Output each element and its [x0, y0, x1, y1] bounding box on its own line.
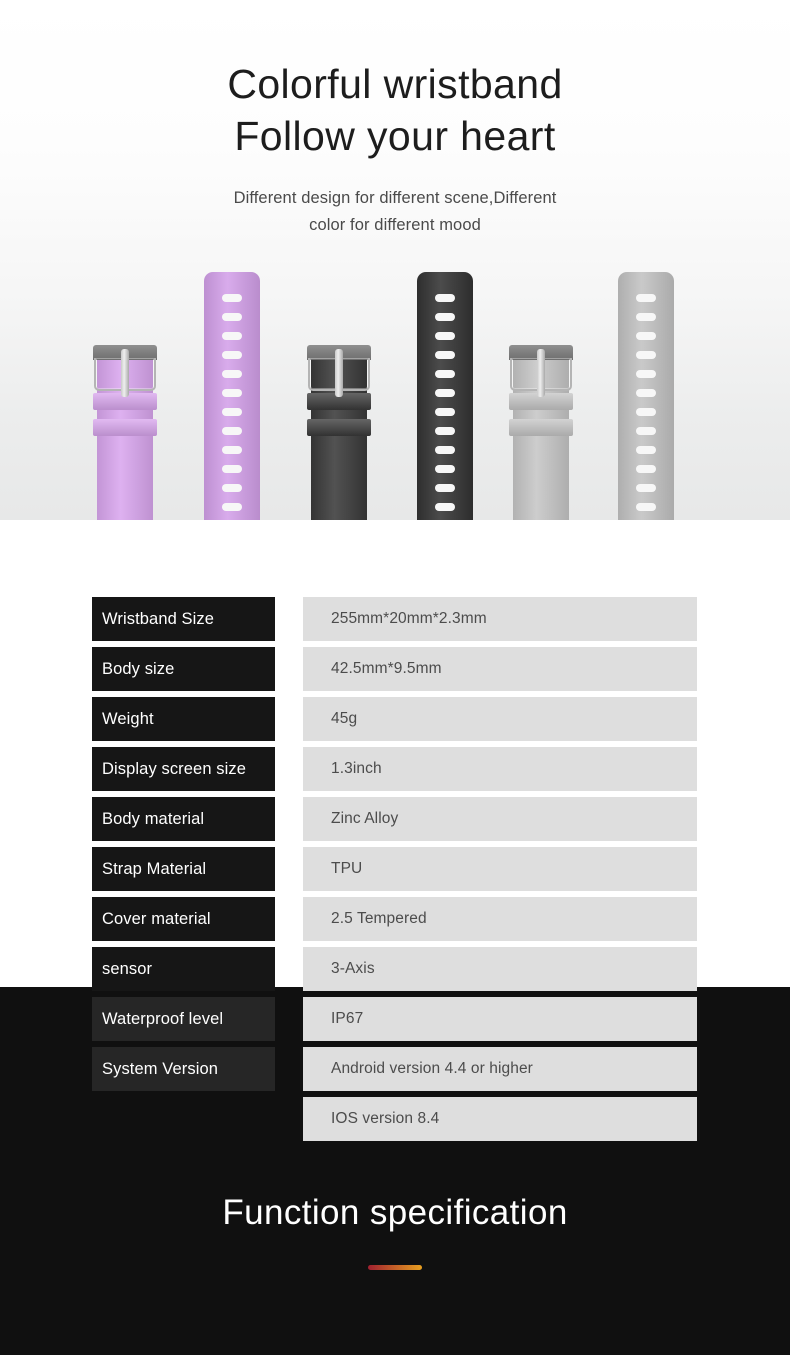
strap-hole: [435, 446, 455, 454]
strap-hole: [636, 332, 656, 340]
strap-hole: [222, 351, 242, 359]
spec-label: Body material: [92, 797, 275, 841]
hero-title-line1: Colorful wristband: [227, 61, 563, 107]
black-buckle-strap: [307, 345, 371, 520]
strap-hole: [222, 389, 242, 397]
strap-keeper-loop: [509, 419, 573, 436]
strap-hole: [435, 389, 455, 397]
buckle-tongue-pin: [335, 349, 343, 397]
strap-hole: [435, 294, 455, 302]
purple-buckle-strap: [93, 345, 157, 520]
spec-label: Wristband Size: [92, 597, 275, 641]
strap-hole: [636, 370, 656, 378]
spec-value: 255mm*20mm*2.3mm: [303, 597, 697, 641]
spec-label: System Version: [92, 1047, 275, 1091]
buckle-icon: [509, 345, 573, 397]
spec-value: 3-Axis: [303, 947, 697, 991]
spec-row: Strap Material TPU: [0, 844, 790, 894]
strap-hole: [636, 294, 656, 302]
buckle-icon: [93, 345, 157, 397]
strap-hole: [435, 332, 455, 340]
strap-keeper-loop: [93, 419, 157, 436]
hero-banner: Colorful wristband Follow your heart Dif…: [0, 0, 790, 520]
spec-value: 42.5mm*9.5mm: [303, 647, 697, 691]
spec-value: TPU: [303, 847, 697, 891]
strap-hole: [222, 427, 242, 435]
strap-hole: [222, 294, 242, 302]
strap-hole: [435, 427, 455, 435]
strap-holes: [204, 272, 260, 520]
strap-hole: [222, 503, 242, 511]
strap-hole: [222, 465, 242, 473]
spec-value: Zinc Alloy: [303, 797, 697, 841]
spec-label: Weight: [92, 697, 275, 741]
buckle-tongue-pin: [537, 349, 545, 397]
spec-row: System Version Android version 4.4 or hig…: [0, 1044, 790, 1094]
spec-row: sensor 3-Axis: [0, 944, 790, 994]
strap-keeper-loop: [307, 419, 371, 436]
strap-hole: [435, 408, 455, 416]
spec-label: Strap Material: [92, 847, 275, 891]
strap-holes: [618, 272, 674, 520]
spec-value: 45g: [303, 697, 697, 741]
strap-hole: [636, 446, 656, 454]
spec-row: IOS version 8.4: [0, 1094, 790, 1144]
spec-value: 2.5 Tempered: [303, 897, 697, 941]
spec-label: sensor: [92, 947, 275, 991]
strap-hole: [636, 484, 656, 492]
hero-subtitle-line2: color for different mood: [309, 216, 481, 234]
buckle-icon: [307, 345, 371, 397]
spec-label: Waterproof level: [92, 997, 275, 1041]
strap-holes: [417, 272, 473, 520]
spec-row: Body size 42.5mm*9.5mm: [0, 644, 790, 694]
spec-row: Weight 45g: [0, 694, 790, 744]
title-underline-rule: [368, 1265, 422, 1270]
strap-hole: [222, 484, 242, 492]
strap-hole: [222, 370, 242, 378]
strap-hole: [222, 332, 242, 340]
hero-subtitle: Different design for different scene,Dif…: [0, 185, 790, 239]
spec-row: Wristband Size 255mm*20mm*2.3mm: [0, 594, 790, 644]
grey-tail-strap: [618, 272, 674, 520]
specification-table: Wristband Size 255mm*20mm*2.3mm Body size 4…: [0, 520, 790, 1200]
strap-hole: [636, 313, 656, 321]
buckle-tongue-pin: [121, 349, 129, 397]
purple-tail-strap: [204, 272, 260, 520]
strap-hole: [435, 370, 455, 378]
spec-row: Cover material 2.5 Tempered: [0, 894, 790, 944]
strap-hole: [636, 408, 656, 416]
grey-buckle-strap: [509, 345, 573, 520]
strap-hole: [636, 427, 656, 435]
black-tail-strap: [417, 272, 473, 520]
strap-hole: [435, 465, 455, 473]
strap-hole: [222, 408, 242, 416]
strap-hole: [435, 503, 455, 511]
strap-hole: [435, 484, 455, 492]
spec-label: Display screen size: [92, 747, 275, 791]
strap-hole: [435, 351, 455, 359]
hero-subtitle-line1: Different design for different scene,Dif…: [233, 189, 557, 207]
spec-value: Android version 4.4 or higher: [303, 1047, 697, 1091]
spec-value: IOS version 8.4: [303, 1097, 697, 1141]
spec-label: Cover material: [92, 897, 275, 941]
spec-row: Waterproof level IP67: [0, 994, 790, 1044]
strap-hole: [222, 313, 242, 321]
strap-hole: [636, 503, 656, 511]
spec-row: Display screen size 1.3inch: [0, 744, 790, 794]
strap-hole: [636, 351, 656, 359]
strap-hole: [636, 389, 656, 397]
spec-value: IP67: [303, 997, 697, 1041]
spec-row: Body material Zinc Alloy: [0, 794, 790, 844]
page-title: Colorful wristband Follow your heart: [0, 58, 790, 162]
strap-hole: [636, 465, 656, 473]
spec-label: Body size: [92, 647, 275, 691]
spec-value: 1.3inch: [303, 747, 697, 791]
hero-title-line2: Follow your heart: [234, 113, 556, 159]
strap-hole: [435, 313, 455, 321]
strap-hole: [222, 446, 242, 454]
